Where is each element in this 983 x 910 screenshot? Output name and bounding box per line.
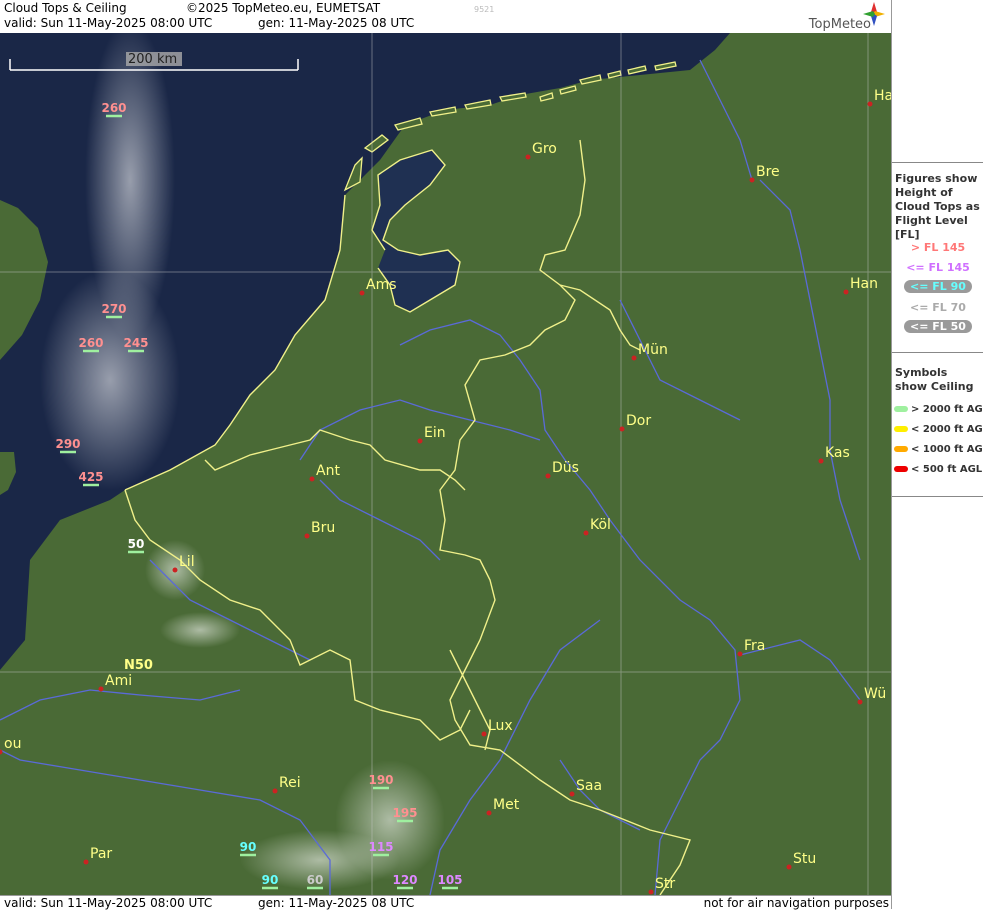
legend-ceiling-4: < 500 ft AGL (894, 464, 982, 475)
legend-divider (892, 496, 983, 497)
city-label: Par (90, 846, 112, 862)
legend-divider (892, 352, 983, 353)
topmeteo-logo: TopMeteo (793, 2, 885, 32)
legend-panel: Figures show Height of Cloud Tops as Fli… (891, 0, 983, 909)
footer-bar: valid: Sun 11-May-2025 08:00 UTC gen: 11… (0, 895, 891, 910)
legend-level-5: <= FL 50 (892, 320, 983, 333)
city-label: Lil (179, 554, 195, 570)
footer-valid-time: valid: Sun 11-May-2025 08:00 UTC (4, 896, 213, 910)
generated-time: gen: 11-May-2025 08 UTC (258, 16, 415, 30)
city-marker (857, 699, 863, 705)
footer-generated-time: gen: 11-May-2025 08 UTC (258, 896, 415, 910)
scale-label: 200 km (128, 52, 178, 67)
city-marker (648, 889, 654, 895)
city-marker (359, 290, 365, 296)
legend-level-3: <= FL 90 (892, 280, 983, 293)
flight-level-label: 190 (368, 773, 393, 787)
legend-heights-title: Figures show Height of Cloud Tops as Fli… (895, 172, 980, 241)
city-label: Ant (316, 463, 340, 479)
city-marker (98, 686, 104, 692)
flight-level-label: 105 (437, 873, 462, 887)
city-label: Bru (311, 520, 335, 536)
legend-level-2: <= FL 145 (906, 261, 970, 274)
map-title: Cloud Tops & Ceiling (4, 1, 127, 15)
city-marker (481, 731, 487, 737)
flight-level-label: 290 (55, 437, 80, 451)
header-bar: Cloud Tops & Ceiling ©2025 TopMeteo.eu, … (0, 0, 891, 34)
city-marker (843, 289, 849, 295)
flight-level-label: 270 (101, 302, 126, 316)
city-marker (786, 864, 792, 870)
city-marker (309, 476, 315, 482)
legend-level-1: > FL 145 (910, 241, 966, 254)
city-label: Düs (552, 460, 579, 476)
city-marker (525, 154, 531, 160)
copyright: ©2025 TopMeteo.eu, EUMETSAT (186, 1, 381, 15)
city-marker (304, 533, 310, 539)
city-label: Str (655, 876, 675, 892)
disclaimer: not for air navigation purposes (703, 896, 889, 910)
city-marker (631, 355, 637, 361)
flight-level-label: 115 (368, 840, 393, 854)
flight-level-label: 60 (307, 873, 324, 887)
latitude-label: N50 (124, 658, 153, 673)
city-label: Ami (105, 673, 132, 689)
city-marker (583, 530, 589, 536)
city-label: Bre (756, 164, 780, 180)
city-label: Gro (532, 141, 557, 157)
city-marker (737, 651, 743, 657)
city-marker (818, 458, 824, 464)
city-marker (619, 426, 625, 432)
image-id: 9521 (474, 5, 495, 14)
city-marker (83, 859, 89, 865)
city-marker (272, 788, 278, 794)
brand-name: TopMeteo (808, 17, 871, 32)
map-canvas: Gro Bre Ha Ams Han Mün Dor Ein Kas Ant Düs Köl Bru Li… (0, 33, 891, 895)
city-label: Wü (864, 686, 886, 702)
legend-level-4: <= FL 70 (910, 301, 966, 314)
flight-level-label: 90 (262, 873, 279, 887)
flight-level-label: 425 (78, 470, 103, 484)
city-marker (545, 473, 551, 479)
city-label: Ha (874, 88, 891, 104)
legend-divider (892, 162, 983, 163)
city-label: Stu (793, 851, 816, 867)
city-label: Met (493, 797, 520, 813)
city-marker (172, 567, 178, 573)
city-label: Dor (626, 413, 651, 429)
flight-level-label: 50 (128, 537, 145, 551)
city-marker (417, 438, 423, 444)
legend-ceiling-title: Symbols show Ceiling (895, 366, 974, 393)
city-label: Saa (576, 778, 602, 794)
city-label: Rei (279, 775, 301, 791)
flight-level-label: 260 (78, 336, 103, 350)
city-marker (486, 810, 492, 816)
city-label: Köl (590, 517, 611, 533)
legend-ceiling-3: < 1000 ft AGL (894, 444, 983, 455)
flight-level-label: 245 (123, 336, 148, 350)
satellite-map[interactable]: Gro Bre Ha Ams Han Mün Dor Ein Kas Ant Düs Köl Bru Li… (0, 33, 891, 895)
flight-level-label: 195 (392, 806, 417, 820)
legend-ceiling-1: > 2000 ft AGL (894, 404, 983, 415)
flight-level-label: 260 (101, 101, 126, 115)
city-label: Lux (488, 718, 513, 734)
city-label: Mün (638, 342, 668, 358)
city-marker (867, 101, 873, 107)
city-label: Kas (825, 445, 850, 461)
city-marker (569, 791, 575, 797)
city-label: ou (4, 736, 21, 752)
flight-level-label: 120 (392, 873, 417, 887)
legend-ceiling-2: < 2000 ft AGL (894, 424, 983, 435)
flight-level-label: 90 (240, 840, 257, 854)
city-marker (749, 177, 755, 183)
city-label: Ein (424, 425, 446, 441)
city-label: Ams (366, 277, 397, 293)
city-label: Fra (744, 638, 765, 654)
city-label: Han (850, 276, 878, 292)
valid-time: valid: Sun 11-May-2025 08:00 UTC (4, 16, 213, 30)
